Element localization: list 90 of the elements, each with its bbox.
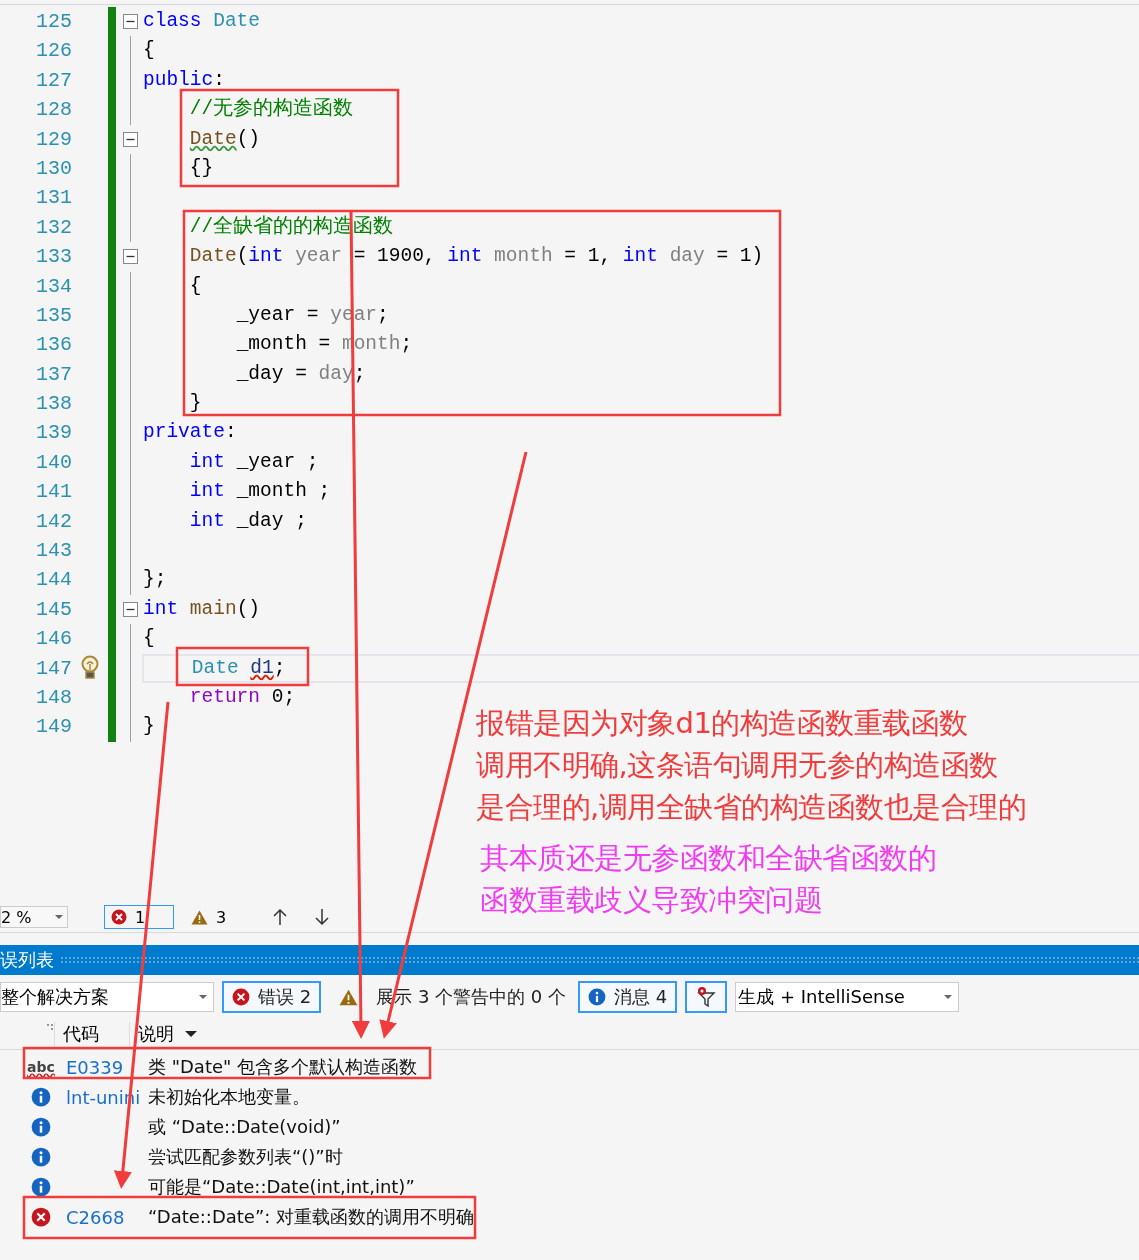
error-count-button[interactable]: 1 <box>104 905 174 929</box>
error-filter-button[interactable]: 错误 2 <box>222 981 322 1013</box>
code-line: } <box>188 392 202 415</box>
error-icon <box>111 909 127 925</box>
code-line: }; <box>143 568 167 591</box>
zoom-dropdown[interactable]: 2 % <box>0 906 68 928</box>
line-number: 137 <box>35 361 72 388</box>
line-number: 148 <box>35 685 72 711</box>
code-line: { <box>143 39 155 62</box>
code-line: int main() <box>143 597 261 620</box>
code-line: public: <box>143 68 225 91</box>
line-number: 134 <box>35 273 72 300</box>
scope-dropdown[interactable]: 整个解决方案 <box>0 982 214 1012</box>
line-number: 147 <box>35 655 72 682</box>
line-number: 142 <box>35 508 72 535</box>
sort-caret-icon[interactable] <box>184 1030 198 1038</box>
collapse-icon[interactable] <box>122 131 138 147</box>
info-icon <box>31 1117 51 1137</box>
annotation-text: 调用不明确,这条语句调用无参的构造函数 <box>476 747 999 784</box>
code-line: Date d1; <box>190 656 286 679</box>
annotation-text: 是合理的,调用全缺省的构造函数也是合理的 <box>476 789 1027 826</box>
warning-count-button[interactable]: 3 <box>184 905 254 929</box>
error-code-link[interactable]: E0339 <box>66 1056 124 1078</box>
line-number: 129 <box>35 126 72 153</box>
code-line: int _year ; <box>188 450 319 473</box>
code-line: } <box>143 715 155 738</box>
line-number: 127 <box>35 67 72 94</box>
error-description: 类 "Date" 包含多个默认构造函数 <box>148 1056 418 1077</box>
line-number: 126 <box>35 38 72 65</box>
line-number: 133 <box>35 244 72 271</box>
warning-icon <box>339 988 359 1006</box>
error-description: 未初始化本地变量。 <box>148 1086 310 1107</box>
line-number: 143 <box>35 538 72 565</box>
code-line: {} <box>188 156 214 179</box>
code-line: private: <box>143 421 237 444</box>
error-icon <box>31 1207 51 1227</box>
arrow-down-icon[interactable] <box>314 908 330 926</box>
line-number: 146 <box>35 626 72 653</box>
line-number: 144 <box>35 567 72 594</box>
line-number: 141 <box>35 479 72 506</box>
code-line: Date(int year = 1900, int month = 1, int day = 1) <box>188 245 764 268</box>
error-description: “Date::Date”: 对重载函数的调用不明确 <box>148 1206 475 1227</box>
error-description: 尝试匹配参数列表“()”时 <box>148 1146 343 1167</box>
line-number: 130 <box>35 155 72 182</box>
line-number: 125 <box>35 9 72 35</box>
grip-icon <box>46 1023 54 1031</box>
code-line: //全缺省的的构造函数 <box>188 215 394 238</box>
column-header[interactable]: 说明 <box>129 1022 184 1046</box>
line-number: 132 <box>35 214 72 241</box>
arrow-up-icon[interactable] <box>272 908 288 926</box>
line-number: 140 <box>35 449 72 476</box>
line-number: 136 <box>35 332 72 359</box>
panel-title: 误列表 <box>0 948 55 972</box>
collapse-icon[interactable] <box>122 249 138 265</box>
collapse-icon[interactable] <box>122 602 138 617</box>
line-number: 149 <box>35 714 72 741</box>
info-icon <box>31 1087 51 1107</box>
filter-icon <box>695 986 718 1008</box>
warning-icon <box>191 909 208 925</box>
error-icon <box>232 988 250 1006</box>
error-code-link[interactable]: C2668 <box>66 1206 125 1228</box>
info-icon <box>31 1147 51 1167</box>
lightbulb-icon[interactable] <box>80 655 100 682</box>
line-number: 131 <box>35 185 72 212</box>
collapse-icon[interactable] <box>122 14 138 30</box>
source-dropdown[interactable]: 生成 + IntelliSense <box>735 982 960 1012</box>
line-number: 139 <box>35 420 72 447</box>
spelling-icon: abc <box>27 1059 55 1075</box>
code-line: Date() <box>188 127 261 150</box>
line-number: 135 <box>35 302 72 329</box>
line-number: 128 <box>35 97 72 124</box>
code-line: class Date <box>143 10 261 32</box>
info-icon <box>31 1177 51 1197</box>
line-number: 138 <box>35 391 72 418</box>
info-icon <box>588 988 606 1006</box>
column-header[interactable]: 代码 <box>54 1022 129 1046</box>
code-line: int _day ; <box>188 509 307 532</box>
code-line: { <box>188 274 202 297</box>
code-line: { <box>143 627 155 650</box>
error-description: 或 “Date::Date(void)” <box>148 1116 341 1137</box>
error-description: 可能是“Date::Date(int,int,int)” <box>148 1176 415 1197</box>
code-line: return 0; <box>188 686 296 708</box>
code-line: int _month ; <box>188 480 331 503</box>
annotation-text: 报错是因为对象d1的构造函数重载函数 <box>476 705 969 742</box>
annotation-text: 函数重载歧义导致冲突问题 <box>480 882 823 919</box>
annotation-text: 其本质还是无参函数和全缺省函数的 <box>480 840 936 877</box>
info-filter-button[interactable]: 消息 4 <box>578 981 678 1013</box>
line-number: 145 <box>35 596 72 623</box>
filter-filter-button[interactable] <box>685 981 728 1013</box>
code-line: //无参的构造函数 <box>188 98 354 121</box>
